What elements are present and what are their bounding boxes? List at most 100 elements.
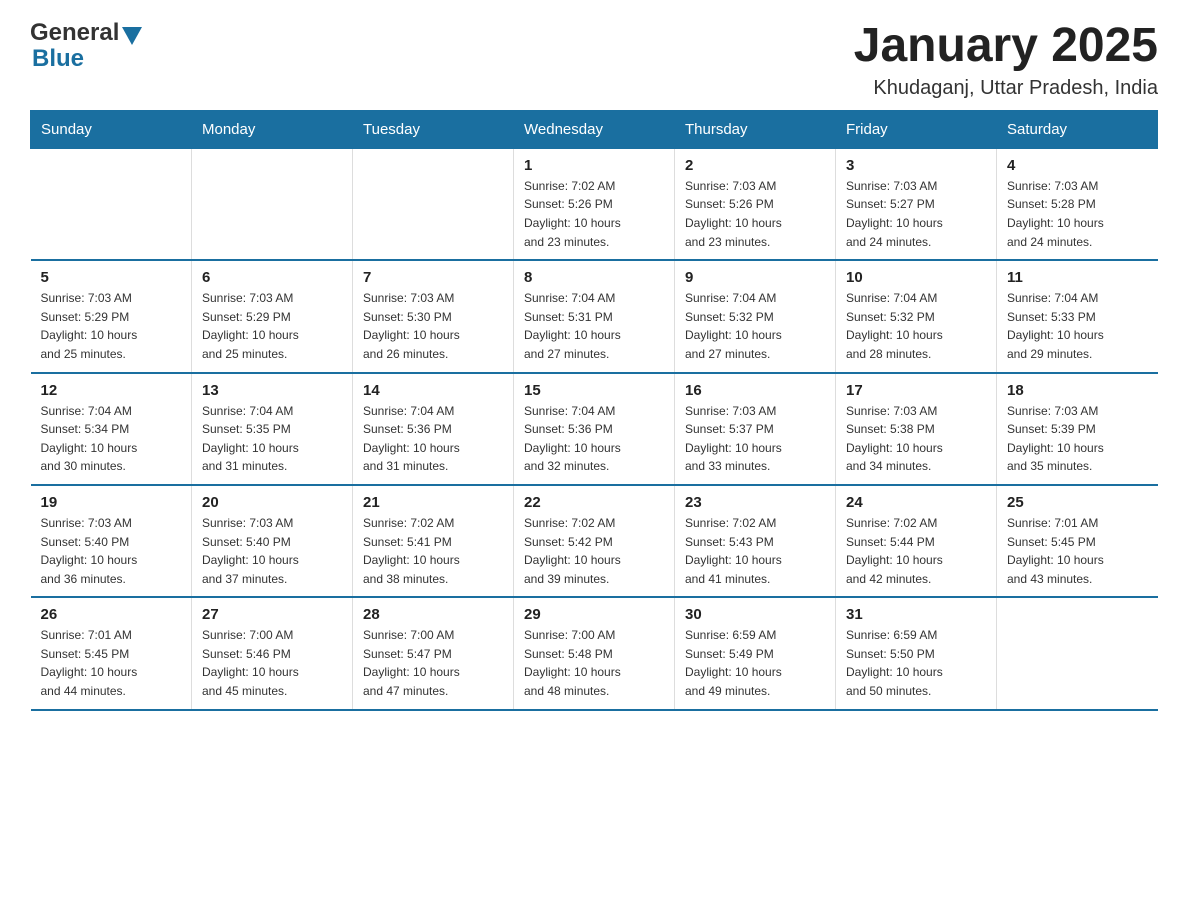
day-number: 31 xyxy=(846,606,986,623)
title-block: January 2025 Khudaganj, Uttar Pradesh, I… xyxy=(854,20,1158,100)
day-number: 12 xyxy=(41,382,182,399)
calendar-cell: 26 Sunrise: 7:01 AM Sunset: 5:45 PM Dayli… xyxy=(31,597,192,709)
day-info: Sunrise: 7:01 AM Sunset: 5:45 PM Dayligh… xyxy=(1007,514,1148,588)
calendar-cell: 1 Sunrise: 7:02 AM Sunset: 5:26 PM Daylig… xyxy=(514,148,675,260)
calendar-cell: 20 Sunrise: 7:03 AM Sunset: 5:40 PM Dayli… xyxy=(192,485,353,597)
calendar-week-row: 5 Sunrise: 7:03 AM Sunset: 5:29 PM Daylig… xyxy=(31,260,1158,372)
day-info: Sunrise: 7:04 AM Sunset: 5:31 PM Dayligh… xyxy=(524,289,664,363)
day-header-tuesday: Tuesday xyxy=(353,110,514,148)
calendar-cell: 21Sunrise: 7:02 AM Sunset: 5:41 PM Dayli… xyxy=(353,485,514,597)
calendar-cell: 22 Sunrise: 7:02 AM Sunset: 5:42 PM Dayli… xyxy=(514,485,675,597)
day-info: Sunrise: 7:03 AM Sunset: 5:29 PM Dayligh… xyxy=(202,289,342,363)
day-number: 11 xyxy=(1007,269,1148,286)
day-header-friday: Friday xyxy=(836,110,997,148)
day-info: Sunrise: 7:03 AM Sunset: 5:40 PM Dayligh… xyxy=(202,514,342,588)
day-number: 30 xyxy=(685,606,825,623)
calendar-cell: 18 Sunrise: 7:03 AM Sunset: 5:39 PM Dayli… xyxy=(997,373,1158,485)
calendar-cell: 31 Sunrise: 6:59 AM Sunset: 5:50 PM Dayli… xyxy=(836,597,997,709)
calendar-cell: 16Sunrise: 7:03 AM Sunset: 5:37 PM Dayli… xyxy=(675,373,836,485)
day-number: 2 xyxy=(685,157,825,174)
calendar-cell: 13 Sunrise: 7:04 AM Sunset: 5:35 PM Dayli… xyxy=(192,373,353,485)
page-header: General Blue January 2025 Khudaganj, Utt… xyxy=(30,20,1158,100)
day-info: Sunrise: 6:59 AM Sunset: 5:49 PM Dayligh… xyxy=(685,626,825,700)
day-number: 17 xyxy=(846,382,986,399)
day-header-sunday: Sunday xyxy=(31,110,192,148)
calendar-cell: 24 Sunrise: 7:02 AM Sunset: 5:44 PM Dayli… xyxy=(836,485,997,597)
calendar-cell: 7Sunrise: 7:03 AM Sunset: 5:30 PM Daylig… xyxy=(353,260,514,372)
day-info: Sunrise: 7:02 AM Sunset: 5:26 PM Dayligh… xyxy=(524,177,664,251)
calendar-cell: 15Sunrise: 7:04 AM Sunset: 5:36 PM Dayli… xyxy=(514,373,675,485)
day-number: 13 xyxy=(202,382,342,399)
day-number: 22 xyxy=(524,494,664,511)
calendar-cell xyxy=(192,148,353,260)
calendar-cell: 30 Sunrise: 6:59 AM Sunset: 5:49 PM Dayli… xyxy=(675,597,836,709)
calendar-cell: 17Sunrise: 7:03 AM Sunset: 5:38 PM Dayli… xyxy=(836,373,997,485)
day-info: Sunrise: 7:04 AM Sunset: 5:36 PM Dayligh… xyxy=(363,402,503,476)
calendar-cell: 23Sunrise: 7:02 AM Sunset: 5:43 PM Dayli… xyxy=(675,485,836,597)
day-number: 27 xyxy=(202,606,342,623)
logo-triangle-icon xyxy=(122,27,142,45)
day-number: 16 xyxy=(685,382,825,399)
day-info: Sunrise: 7:04 AM Sunset: 5:34 PM Dayligh… xyxy=(41,402,182,476)
day-number: 14 xyxy=(363,382,503,399)
calendar-cell: 3 Sunrise: 7:03 AM Sunset: 5:27 PM Daylig… xyxy=(836,148,997,260)
day-info: Sunrise: 7:02 AM Sunset: 5:42 PM Dayligh… xyxy=(524,514,664,588)
calendar-cell: 4 Sunrise: 7:03 AM Sunset: 5:28 PM Daylig… xyxy=(997,148,1158,260)
calendar-cell: 6 Sunrise: 7:03 AM Sunset: 5:29 PM Daylig… xyxy=(192,260,353,372)
calendar-week-row: 12 Sunrise: 7:04 AM Sunset: 5:34 PM Dayli… xyxy=(31,373,1158,485)
day-number: 10 xyxy=(846,269,986,286)
day-info: Sunrise: 7:03 AM Sunset: 5:29 PM Dayligh… xyxy=(41,289,182,363)
day-info: Sunrise: 7:00 AM Sunset: 5:46 PM Dayligh… xyxy=(202,626,342,700)
calendar-week-row: 26 Sunrise: 7:01 AM Sunset: 5:45 PM Dayli… xyxy=(31,597,1158,709)
day-number: 1 xyxy=(524,157,664,174)
day-number: 20 xyxy=(202,494,342,511)
day-number: 28 xyxy=(363,606,503,623)
day-number: 19 xyxy=(41,494,182,511)
calendar-cell: 11Sunrise: 7:04 AM Sunset: 5:33 PM Dayli… xyxy=(997,260,1158,372)
calendar-cell: 12 Sunrise: 7:04 AM Sunset: 5:34 PM Dayli… xyxy=(31,373,192,485)
day-number: 7 xyxy=(363,269,503,286)
day-number: 25 xyxy=(1007,494,1148,511)
calendar-cell xyxy=(31,148,192,260)
calendar-cell: 28 Sunrise: 7:00 AM Sunset: 5:47 PM Dayli… xyxy=(353,597,514,709)
day-header-wednesday: Wednesday xyxy=(514,110,675,148)
day-number: 18 xyxy=(1007,382,1148,399)
calendar-week-row: 1 Sunrise: 7:02 AM Sunset: 5:26 PM Daylig… xyxy=(31,148,1158,260)
calendar-header-row: SundayMondayTuesdayWednesdayThursdayFrid… xyxy=(31,110,1158,148)
location-title: Khudaganj, Uttar Pradesh, India xyxy=(854,77,1158,100)
day-header-saturday: Saturday xyxy=(997,110,1158,148)
day-info: Sunrise: 7:02 AM Sunset: 5:44 PM Dayligh… xyxy=(846,514,986,588)
calendar-cell xyxy=(353,148,514,260)
day-number: 4 xyxy=(1007,157,1148,174)
day-number: 29 xyxy=(524,606,664,623)
day-info: Sunrise: 7:03 AM Sunset: 5:39 PM Dayligh… xyxy=(1007,402,1148,476)
day-info: Sunrise: 7:00 AM Sunset: 5:48 PM Dayligh… xyxy=(524,626,664,700)
day-info: Sunrise: 7:04 AM Sunset: 5:35 PM Dayligh… xyxy=(202,402,342,476)
day-info: Sunrise: 7:03 AM Sunset: 5:40 PM Dayligh… xyxy=(41,514,182,588)
calendar-cell: 29 Sunrise: 7:00 AM Sunset: 5:48 PM Dayli… xyxy=(514,597,675,709)
calendar-cell xyxy=(997,597,1158,709)
day-header-monday: Monday xyxy=(192,110,353,148)
day-info: Sunrise: 6:59 AM Sunset: 5:50 PM Dayligh… xyxy=(846,626,986,700)
calendar-cell: 5 Sunrise: 7:03 AM Sunset: 5:29 PM Daylig… xyxy=(31,260,192,372)
day-number: 24 xyxy=(846,494,986,511)
day-number: 21 xyxy=(363,494,503,511)
logo: General Blue xyxy=(30,20,142,73)
calendar-table: SundayMondayTuesdayWednesdayThursdayFrid… xyxy=(30,110,1158,711)
calendar-cell: 14 Sunrise: 7:04 AM Sunset: 5:36 PM Dayli… xyxy=(353,373,514,485)
day-info: Sunrise: 7:03 AM Sunset: 5:28 PM Dayligh… xyxy=(1007,177,1148,251)
day-number: 6 xyxy=(202,269,342,286)
month-title: January 2025 xyxy=(854,20,1158,73)
calendar-cell: 27 Sunrise: 7:00 AM Sunset: 5:46 PM Dayli… xyxy=(192,597,353,709)
day-info: Sunrise: 7:02 AM Sunset: 5:43 PM Dayligh… xyxy=(685,514,825,588)
calendar-cell: 2 Sunrise: 7:03 AM Sunset: 5:26 PM Daylig… xyxy=(675,148,836,260)
day-info: Sunrise: 7:01 AM Sunset: 5:45 PM Dayligh… xyxy=(41,626,182,700)
day-info: Sunrise: 7:03 AM Sunset: 5:26 PM Dayligh… xyxy=(685,177,825,251)
calendar-cell: 8Sunrise: 7:04 AM Sunset: 5:31 PM Daylig… xyxy=(514,260,675,372)
day-number: 3 xyxy=(846,157,986,174)
day-info: Sunrise: 7:03 AM Sunset: 5:27 PM Dayligh… xyxy=(846,177,986,251)
day-number: 5 xyxy=(41,269,182,286)
day-number: 26 xyxy=(41,606,182,623)
day-info: Sunrise: 7:00 AM Sunset: 5:47 PM Dayligh… xyxy=(363,626,503,700)
logo-general-text: General xyxy=(30,20,119,46)
